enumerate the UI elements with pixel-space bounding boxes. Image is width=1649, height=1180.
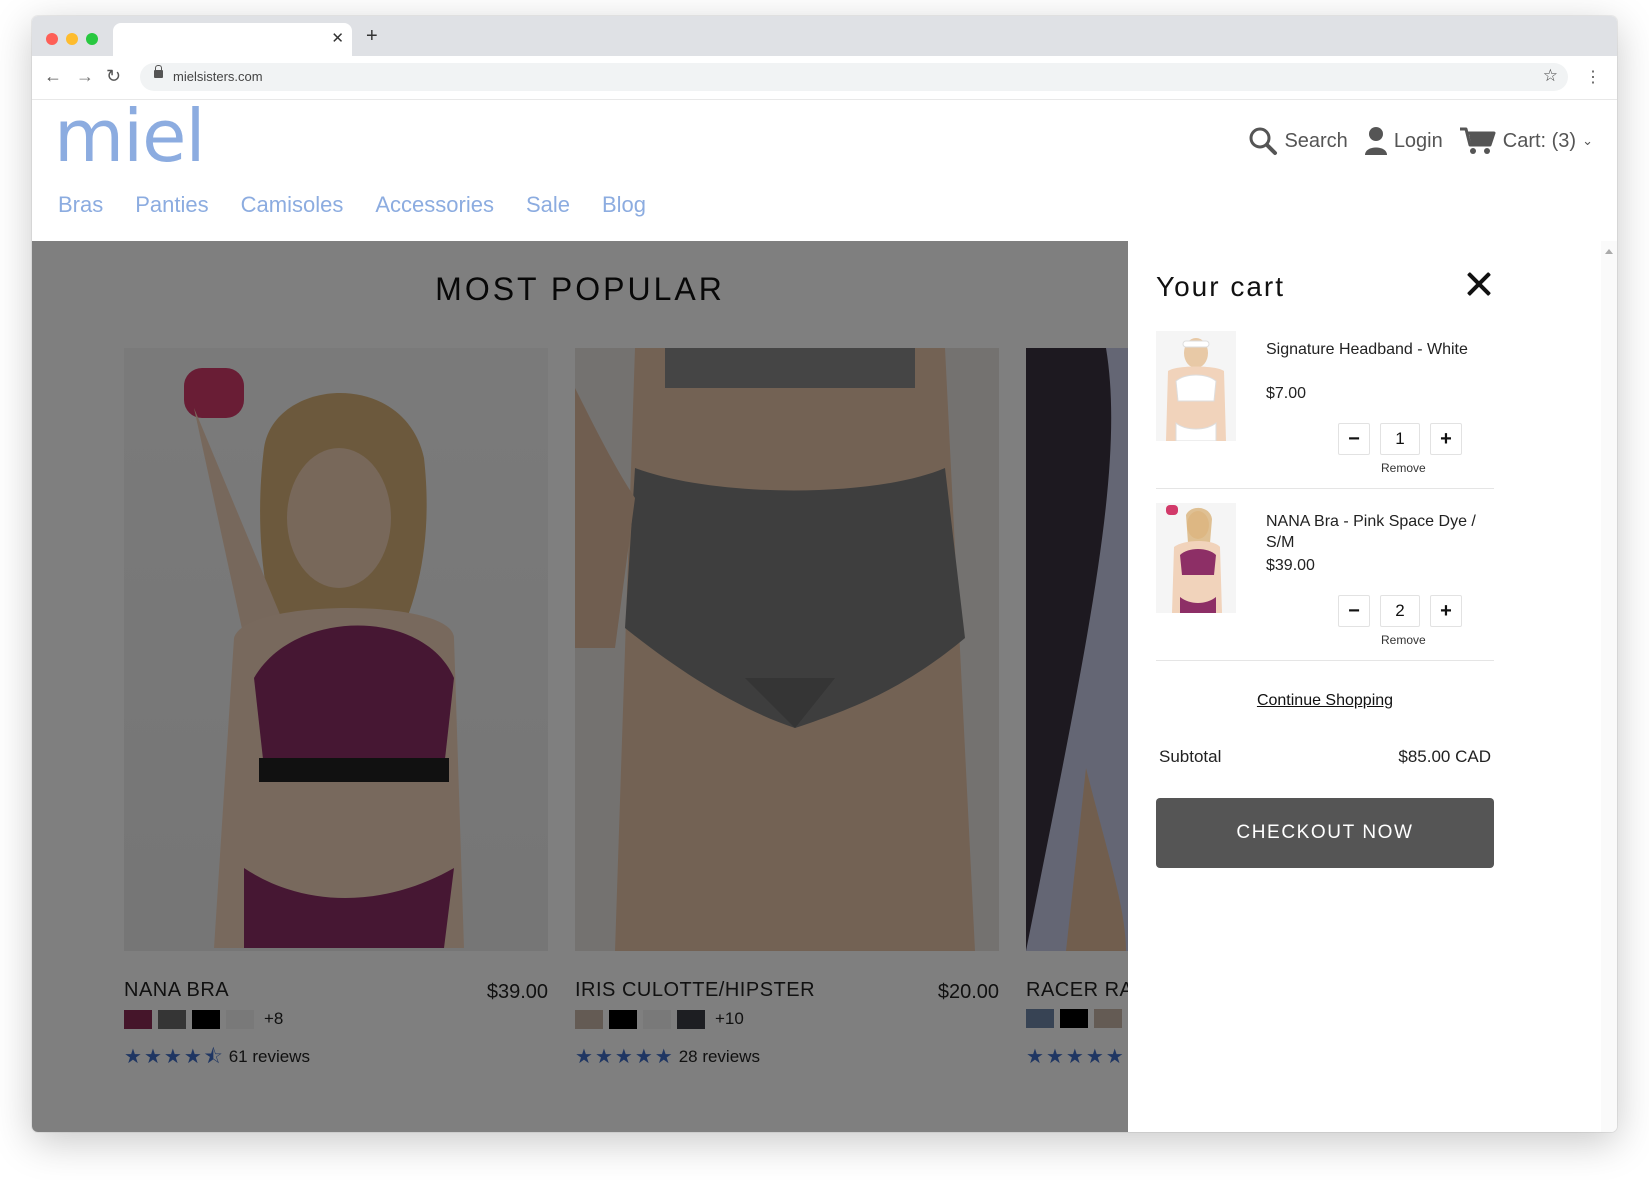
header-utilities: Search Login Cart: (3) ⌄ [1248, 126, 1593, 156]
search-icon [1249, 127, 1278, 155]
site-header: miel Bras Panties Camisoles Accessories … [32, 94, 1617, 241]
login-button[interactable]: Login [1364, 126, 1443, 156]
subtotal-row: Subtotal $85.00 CAD [1159, 747, 1491, 767]
nav-accessories[interactable]: Accessories [375, 192, 494, 218]
remove-item-link[interactable]: Remove [1381, 633, 1426, 647]
new-tab-icon[interactable]: + [366, 25, 378, 48]
cart-drawer: Your cart Signature Headband - White $7.… [1128, 241, 1522, 1132]
cart-item-price: $39.00 [1266, 557, 1315, 574]
browser-toolbar: ← → ↻ mielsisters.com ☆ ⋮ [32, 56, 1617, 100]
decrease-quantity-button[interactable]: − [1338, 595, 1370, 627]
cart-icon [1459, 127, 1496, 154]
decrease-quantity-button[interactable]: − [1338, 423, 1370, 455]
subtotal-label: Subtotal [1159, 747, 1222, 766]
cart-item: Signature Headband - White $7.00 − 1 + R… [1156, 329, 1494, 489]
subtotal-value: $85.00 CAD [1398, 747, 1491, 766]
cart-item-price: $7.00 [1266, 385, 1307, 402]
continue-shopping-link[interactable]: Continue Shopping [1128, 692, 1522, 710]
reload-icon[interactable]: ↻ [106, 66, 121, 87]
quantity-value[interactable]: 1 [1380, 423, 1420, 455]
cart-title: Your cart [1156, 271, 1286, 302]
close-window-icon[interactable] [46, 33, 58, 45]
cart-item-name[interactable]: NANA Bra - Pink Space Dye / S/M [1266, 511, 1486, 553]
scroll-up-arrow-icon[interactable] [1605, 249, 1613, 254]
minimize-window-icon[interactable] [66, 33, 78, 45]
cart-item-image[interactable] [1156, 503, 1236, 613]
bra-model-thumbnail [1156, 503, 1236, 613]
cart-item-name[interactable]: Signature Headband - White [1266, 339, 1486, 360]
chevron-down-icon: ⌄ [1582, 133, 1593, 148]
maximize-window-icon[interactable] [86, 33, 98, 45]
browser-tabbar: ✕ + [32, 16, 1617, 56]
bookmark-star-icon[interactable]: ☆ [1543, 66, 1558, 86]
forward-icon[interactable]: → [76, 66, 94, 87]
site-logo[interactable]: miel [54, 94, 205, 178]
browser-window: ✕ + ← → ↻ mielsisters.com ☆ ⋮ miel Bras … [32, 16, 1617, 1132]
headband-model-thumbnail [1156, 331, 1236, 441]
browser-menu-icon[interactable]: ⋮ [1585, 67, 1601, 87]
address-bar[interactable]: mielsisters.com ☆ [140, 63, 1568, 91]
modal-backdrop[interactable] [32, 241, 1128, 1132]
browser-tab[interactable]: ✕ [113, 23, 352, 56]
increase-quantity-button[interactable]: + [1430, 595, 1462, 627]
page-scrollbar[interactable] [1601, 241, 1617, 1132]
increase-quantity-button[interactable]: + [1430, 423, 1462, 455]
quantity-value[interactable]: 2 [1380, 595, 1420, 627]
main-nav: Bras Panties Camisoles Accessories Sale … [58, 192, 646, 218]
close-icon[interactable] [1464, 269, 1494, 299]
remove-item-link[interactable]: Remove [1381, 461, 1426, 475]
nav-bras[interactable]: Bras [58, 192, 103, 218]
nav-panties[interactable]: Panties [135, 192, 208, 218]
search-button[interactable]: Search [1248, 126, 1348, 156]
user-icon [1364, 127, 1387, 155]
quantity-stepper: − 2 + [1338, 595, 1462, 627]
nav-camisoles[interactable]: Camisoles [241, 192, 344, 218]
back-icon[interactable]: ← [44, 66, 62, 87]
cart-label: Cart: (3) [1502, 129, 1577, 152]
url-text[interactable]: mielsisters.com [173, 69, 263, 84]
checkout-button[interactable]: CHECKOUT NOW [1156, 798, 1494, 868]
nav-blog[interactable]: Blog [602, 192, 646, 218]
cart-item: NANA Bra - Pink Space Dye / S/M $39.00 −… [1156, 501, 1494, 661]
cart-item-image[interactable] [1156, 331, 1236, 441]
tab-close-icon[interactable]: ✕ [331, 29, 344, 47]
lock-icon [154, 65, 163, 78]
search-label: Search [1284, 129, 1348, 152]
quantity-stepper: − 1 + [1338, 423, 1462, 455]
nav-sale[interactable]: Sale [526, 192, 570, 218]
cart-button[interactable]: Cart: (3) ⌄ [1459, 126, 1593, 156]
login-label: Login [1393, 129, 1443, 152]
